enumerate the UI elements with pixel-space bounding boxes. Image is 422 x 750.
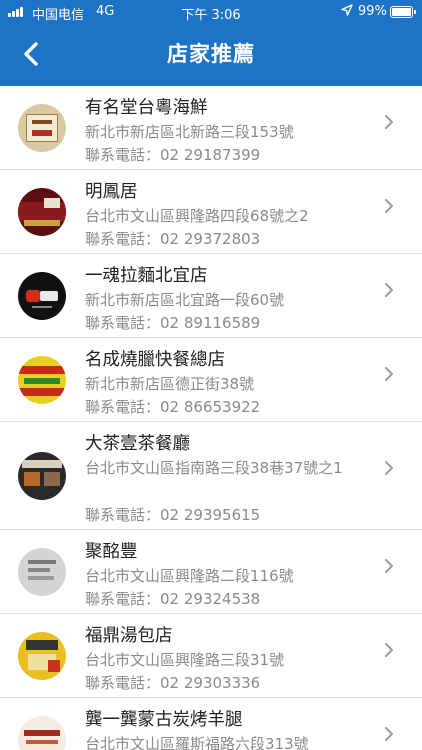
store-row-youmingtang[interactable]: 有名堂台粵海鮮 新北市新店區北新路三段153號 聯系電話：02 29187399: [0, 86, 422, 170]
store-list: 有名堂台粵海鮮 新北市新店區北新路三段153號 聯系電話：02 29187399…: [0, 86, 422, 750]
store-phone: 聯系電話：02 29187399: [85, 146, 261, 164]
location-arrow-icon: [341, 4, 353, 16]
store-phone: 聯系電話：02 29395615: [85, 506, 261, 524]
store-row-gongyigong[interactable]: 龔一龔蒙古炭烤羊腿 台北市文山區羅斯福路六段313號: [0, 698, 422, 750]
store-address: 台北市文山區羅斯福路六段313號: [85, 735, 309, 750]
chevron-right-icon: [385, 283, 393, 297]
store-phone: 聯系電話：02 89116589: [85, 314, 261, 332]
store-name: 大茶壹茶餐廳: [85, 434, 190, 454]
chevron-right-icon: [385, 461, 393, 475]
store-phone: 聯系電話：02 29303336: [85, 674, 261, 692]
store-address: 台北市文山區興隆路四段68號之2: [85, 207, 309, 225]
store-phone: 聯系電話：02 86653922: [85, 398, 261, 416]
store-name: 聚酩豐: [85, 542, 138, 562]
battery-percent: 99%: [358, 4, 387, 19]
chevron-right-icon: [385, 367, 393, 381]
store-row-yihun-ramen[interactable]: 一魂拉麵北宜店 新北市新店區北宜路一段60號 聯系電話：02 89116589: [0, 254, 422, 338]
store-thumbnail: [18, 452, 66, 500]
store-row-mingfengju[interactable]: 明鳳居 台北市文山區興隆路四段68號之2 聯系電話：02 29372803: [0, 170, 422, 254]
store-row-mingcheng[interactable]: 名成燒臘快餐總店 新北市新店區德正街38號 聯系電話：02 86653922: [0, 338, 422, 422]
store-address: 新北市新店區北新路三段153號: [85, 123, 294, 141]
store-name: 有名堂台粵海鮮: [85, 98, 208, 118]
store-name: 福鼎湯包店: [85, 626, 173, 646]
store-phone: 聯系電話：02 29324538: [85, 590, 261, 608]
chevron-right-icon: [385, 559, 393, 573]
chevron-right-icon: [385, 727, 393, 741]
store-name: 明鳳居: [85, 182, 138, 202]
battery-icon: [390, 6, 416, 18]
store-name: 名成燒臘快餐總店: [85, 350, 225, 370]
store-thumbnail: [18, 716, 66, 750]
store-row-dachahu[interactable]: 大茶壹茶餐廳 台北市文山區指南路三段38巷37號之1 聯系電話：02 29395…: [0, 422, 422, 530]
top-bar: 中国电信 4G 下午 3:06 99% 店家推薦: [0, 0, 422, 86]
store-phone: 聯系電話：02 29372803: [85, 230, 261, 248]
nav-bar: 店家推薦: [0, 24, 422, 86]
chevron-right-icon: [385, 643, 393, 657]
store-thumbnail: [18, 272, 66, 320]
store-row-fuding[interactable]: 福鼎湯包店 台北市文山區興隆路三段31號 聯系電話：02 29303336: [0, 614, 422, 698]
store-thumbnail: [18, 632, 66, 680]
store-address: 新北市新店區北宜路一段60號: [85, 291, 285, 309]
store-address: 新北市新店區德正街38號: [85, 375, 255, 393]
store-address: 台北市文山區興隆路二段116號: [85, 567, 294, 585]
page-title: 店家推薦: [167, 42, 255, 66]
store-thumbnail: [18, 548, 66, 596]
chevron-right-icon: [385, 115, 393, 129]
store-thumbnail: [18, 104, 66, 152]
store-row-jumingfeng[interactable]: 聚酩豐 台北市文山區興隆路二段116號 聯系電話：02 29324538: [0, 530, 422, 614]
store-thumbnail: [18, 356, 66, 404]
store-name: 龔一龔蒙古炭烤羊腿: [85, 710, 243, 730]
store-address: 台北市文山區興隆路三段31號: [85, 651, 285, 669]
store-name: 一魂拉麵北宜店: [85, 266, 208, 286]
store-thumbnail: [18, 188, 66, 236]
chevron-right-icon: [385, 199, 393, 213]
status-bar: 中国电信 4G 下午 3:06 99%: [0, 0, 422, 24]
store-address: 台北市文山區指南路三段38巷37號之1: [85, 459, 343, 477]
